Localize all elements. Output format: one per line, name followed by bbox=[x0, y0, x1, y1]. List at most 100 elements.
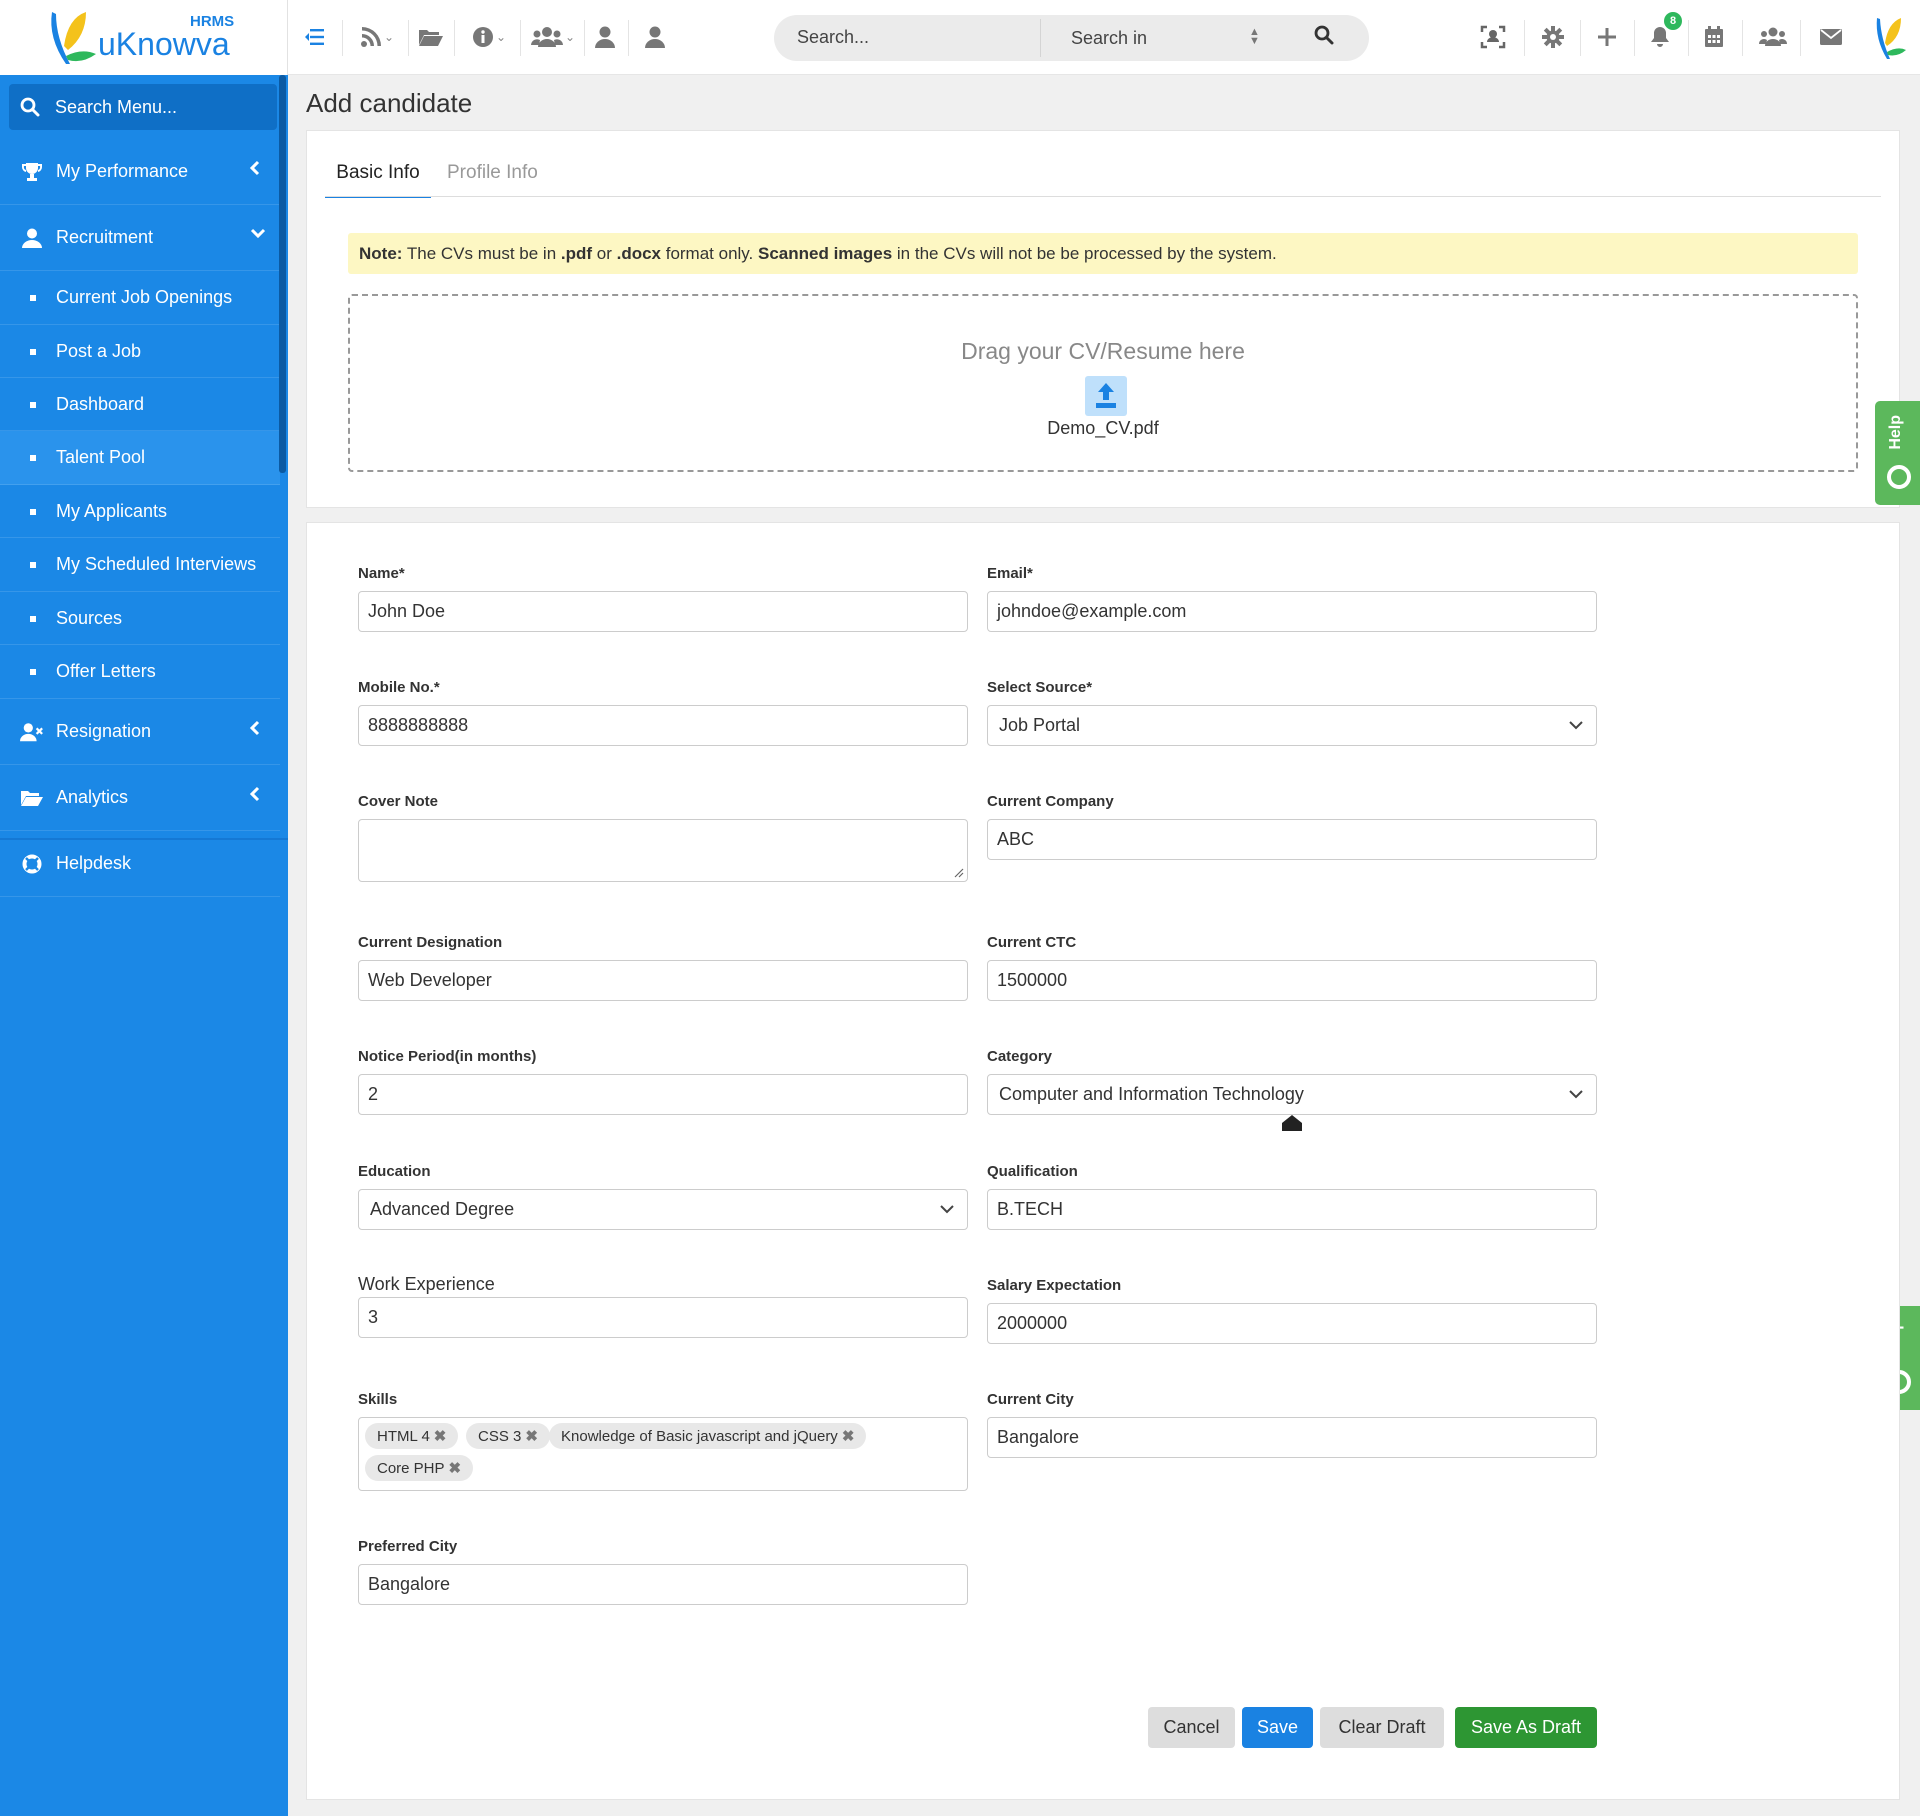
sidebar-item-my-scheduled-interviews[interactable]: My Scheduled Interviews bbox=[0, 538, 280, 592]
email-input[interactable]: johndoe@example.com bbox=[987, 591, 1597, 632]
current-city-label: Current City bbox=[987, 1391, 1074, 1408]
skills-label: Skills bbox=[358, 1391, 398, 1408]
work-experience-label: Work Experience bbox=[358, 1274, 495, 1294]
search-in-select[interactable]: Search in bbox=[1071, 28, 1147, 49]
top-bar: HRMS uKnowva ⌄ ⌄ ⌄ Search... Search in ▲… bbox=[0, 0, 1920, 75]
remove-tag-icon[interactable]: ✖ bbox=[842, 1428, 855, 1445]
save-as-draft-button[interactable]: Save As Draft bbox=[1455, 1707, 1597, 1748]
tab-basic-info[interactable]: Basic Info bbox=[325, 162, 431, 198]
sidebar-item-my-performance[interactable]: My Performance bbox=[0, 139, 280, 205]
category-select[interactable]: Computer and Information Technology bbox=[987, 1074, 1597, 1115]
salary-expectation-input[interactable]: 2000000 bbox=[987, 1303, 1597, 1344]
current-company-input[interactable]: ABC bbox=[987, 819, 1597, 860]
tab-profile-info[interactable]: Profile Info bbox=[447, 162, 538, 184]
current-designation-input[interactable]: Web Developer bbox=[358, 960, 968, 1001]
work-experience-input[interactable]: 3 bbox=[358, 1297, 968, 1338]
search-icon[interactable] bbox=[1314, 25, 1342, 53]
preferred-city-input[interactable]: Bangalore bbox=[358, 1564, 968, 1605]
cursor-icon bbox=[1282, 1115, 1302, 1131]
note-text: The CVs must be in bbox=[402, 244, 561, 263]
skill-tag[interactable]: Knowledge of Basic javascript and jQuery… bbox=[549, 1423, 867, 1449]
toolbar-divider bbox=[408, 20, 409, 56]
current-ctc-label: Current CTC bbox=[987, 934, 1077, 951]
plus-icon[interactable] bbox=[1590, 20, 1624, 54]
menu-toggle-icon[interactable] bbox=[298, 20, 332, 54]
remove-tag-icon[interactable]: ✖ bbox=[449, 1460, 462, 1477]
lifebuoy-icon bbox=[1887, 465, 1911, 489]
folder-icon[interactable] bbox=[414, 20, 448, 54]
lifebuoy-icon bbox=[20, 852, 44, 876]
team-icon[interactable]: ⌄ bbox=[526, 20, 580, 54]
sidebar-item-post-a-job[interactable]: Post a Job bbox=[0, 325, 280, 378]
sidebar-item-my-applicants[interactable]: My Applicants bbox=[0, 485, 280, 538]
sidebar-item-label: Talent Pool bbox=[56, 447, 146, 467]
user-icon[interactable] bbox=[588, 20, 622, 54]
sidebar-scrollbar[interactable] bbox=[279, 75, 286, 473]
sidebar-item-offer-letters[interactable]: Offer Letters bbox=[0, 645, 280, 699]
remove-tag-icon[interactable]: ✖ bbox=[525, 1428, 538, 1445]
bullet bbox=[30, 509, 36, 515]
remove-tag-icon[interactable]: ✖ bbox=[434, 1428, 447, 1445]
note-pdf: .pdf bbox=[560, 244, 593, 263]
salary-expectation-label: Salary Expectation bbox=[987, 1277, 1122, 1294]
preferred-city-label: Preferred City bbox=[358, 1538, 458, 1555]
cancel-button[interactable]: Cancel bbox=[1148, 1707, 1235, 1748]
folder-open-icon bbox=[20, 786, 44, 810]
sidebar-item-analytics[interactable]: Analytics bbox=[0, 765, 280, 831]
sidebar-item-sources[interactable]: Sources bbox=[0, 592, 280, 645]
current-city-input[interactable]: Bangalore bbox=[987, 1417, 1597, 1458]
logo[interactable]: HRMS uKnowva bbox=[0, 0, 288, 75]
face-scan-icon[interactable] bbox=[1476, 20, 1510, 54]
app-logo-icon[interactable] bbox=[1870, 14, 1910, 62]
notification-count-badge: 8 bbox=[1664, 12, 1682, 30]
help-tab[interactable]: Help bbox=[1875, 401, 1920, 505]
sidebar-item-talent-pool[interactable]: Talent Pool bbox=[0, 431, 280, 485]
skill-tag-label: Knowledge of Basic javascript and jQuery bbox=[561, 1428, 838, 1445]
calendar-icon[interactable] bbox=[1697, 20, 1731, 54]
toolbar-divider bbox=[1800, 20, 1801, 56]
sidebar-item-label: Helpdesk bbox=[56, 853, 132, 873]
trophy-icon bbox=[20, 160, 44, 184]
mobile-label: Mobile No.* bbox=[358, 679, 440, 696]
cv-dropzone[interactable]: Drag your CV/Resume here Demo_CV.pdf bbox=[348, 294, 1858, 472]
sidebar-item-label: Resignation bbox=[56, 721, 152, 741]
education-select[interactable]: Advanced Degree bbox=[358, 1189, 968, 1230]
save-button[interactable]: Save bbox=[1242, 1707, 1313, 1748]
notice-period-input[interactable]: 2 bbox=[358, 1074, 968, 1115]
feed-icon[interactable]: ⌄ bbox=[352, 20, 402, 54]
profile-icon[interactable] bbox=[638, 20, 672, 54]
note-prefix: Note: bbox=[359, 244, 403, 263]
gear-icon[interactable] bbox=[1536, 20, 1570, 54]
toolbar-divider bbox=[1742, 20, 1743, 56]
sidebar-item-label: Dashboard bbox=[56, 394, 145, 414]
current-ctc-input[interactable]: 1500000 bbox=[987, 960, 1597, 1001]
sidebar-item-recruitment[interactable]: Recruitment bbox=[0, 205, 280, 271]
clear-draft-button[interactable]: Clear Draft bbox=[1320, 1707, 1444, 1748]
resize-handle-icon[interactable] bbox=[954, 868, 964, 878]
skill-tag[interactable]: CSS 3 ✖ bbox=[466, 1423, 550, 1449]
sidebar-item-dashboard[interactable]: Dashboard bbox=[0, 378, 280, 431]
cover-note-textarea[interactable] bbox=[358, 819, 968, 882]
info-icon[interactable]: ⌄ bbox=[464, 20, 514, 54]
skill-tag[interactable]: HTML 4 ✖ bbox=[365, 1423, 459, 1449]
users-icon[interactable] bbox=[1756, 20, 1790, 54]
sidebar-item-label: My Performance bbox=[56, 161, 189, 181]
logo-name: uKnowva bbox=[98, 26, 230, 62]
source-select[interactable]: Job Portal bbox=[987, 705, 1597, 746]
sidebar-item-current-job-openings[interactable]: Current Job Openings bbox=[0, 271, 280, 325]
chevron-left-icon bbox=[249, 786, 260, 807]
search-input[interactable]: Search... bbox=[797, 27, 869, 48]
sidebar-item-label: Analytics bbox=[56, 787, 129, 807]
qualification-input[interactable]: B.TECH bbox=[987, 1189, 1597, 1230]
sidebar-item-label: Sources bbox=[56, 608, 123, 628]
education-select-value: Advanced Degree bbox=[370, 1199, 515, 1219]
sidebar-item-resignation[interactable]: Resignation bbox=[0, 699, 280, 765]
chevron-down-icon bbox=[1569, 721, 1583, 730]
sidebar-search[interactable]: Search Menu... bbox=[9, 84, 277, 130]
mail-icon[interactable] bbox=[1814, 20, 1848, 54]
mobile-input[interactable]: 8888888888 bbox=[358, 705, 968, 746]
name-input[interactable]: John Doe bbox=[358, 591, 968, 632]
upload-icon[interactable] bbox=[1085, 376, 1127, 416]
bullet bbox=[30, 295, 36, 301]
skill-tag[interactable]: Core PHP ✖ bbox=[365, 1455, 474, 1481]
